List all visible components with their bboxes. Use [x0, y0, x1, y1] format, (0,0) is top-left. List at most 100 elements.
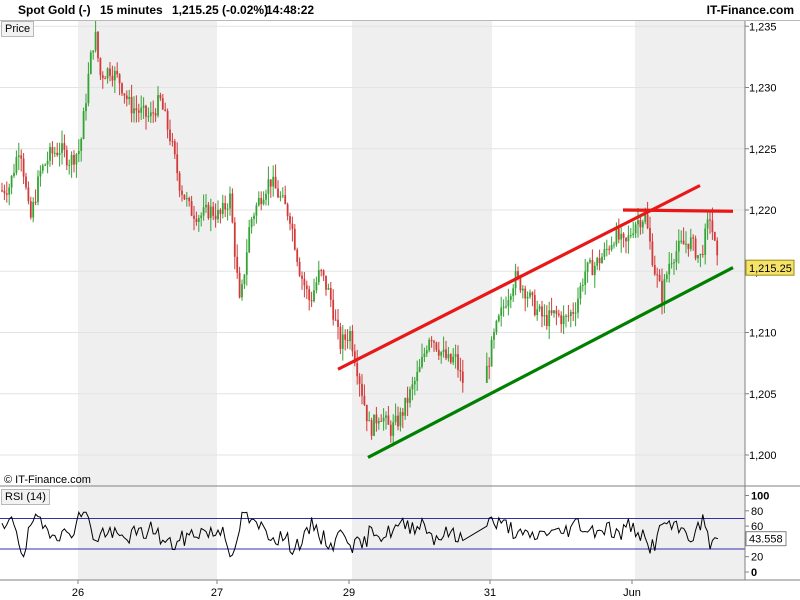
- candle[interactable]: [56, 142, 59, 157]
- interval-label[interactable]: 15 minutes: [100, 3, 163, 17]
- candle[interactable]: [68, 159, 71, 175]
- candle[interactable]: [581, 278, 584, 292]
- candle[interactable]: [589, 257, 591, 264]
- candle[interactable]: [584, 258, 587, 295]
- candle[interactable]: [82, 107, 85, 140]
- candle[interactable]: [296, 247, 299, 267]
- candle[interactable]: [560, 311, 563, 333]
- candle[interactable]: [334, 309, 337, 321]
- candle[interactable]: [233, 217, 236, 270]
- candle[interactable]: [262, 191, 265, 206]
- candle[interactable]: [272, 165, 275, 197]
- candle[interactable]: [601, 252, 603, 264]
- candle[interactable]: [327, 283, 330, 291]
- candle[interactable]: [1, 182, 3, 193]
- candle[interactable]: [562, 305, 565, 335]
- candle[interactable]: [75, 152, 78, 178]
- candle[interactable]: [555, 305, 558, 326]
- candle[interactable]: [29, 196, 32, 220]
- candle[interactable]: [569, 309, 572, 328]
- candle[interactable]: [226, 203, 229, 221]
- candle[interactable]: [337, 308, 339, 340]
- candle[interactable]: [505, 296, 507, 309]
- candle[interactable]: [73, 150, 75, 173]
- candle[interactable]: [493, 328, 495, 349]
- candle[interactable]: [694, 235, 697, 261]
- candle[interactable]: [598, 249, 601, 271]
- candle[interactable]: [524, 285, 527, 312]
- candle[interactable]: [577, 287, 579, 319]
- candle[interactable]: [32, 197, 35, 223]
- candle[interactable]: [325, 275, 327, 296]
- candle[interactable]: [536, 300, 539, 321]
- candle[interactable]: [303, 271, 306, 298]
- candle[interactable]: [521, 285, 524, 299]
- candle[interactable]: [277, 180, 279, 199]
- candle[interactable]: [51, 141, 54, 165]
- candle[interactable]: [500, 296, 503, 327]
- candle[interactable]: [332, 289, 335, 326]
- candle[interactable]: [286, 202, 289, 221]
- candle[interactable]: [44, 163, 47, 167]
- candle[interactable]: [533, 289, 536, 317]
- candle[interactable]: [529, 289, 531, 299]
- candle[interactable]: [41, 163, 44, 174]
- candle[interactable]: [34, 189, 37, 206]
- candle[interactable]: [308, 285, 311, 311]
- candle[interactable]: [289, 212, 291, 231]
- candle[interactable]: [17, 142, 20, 171]
- candle[interactable]: [97, 31, 99, 62]
- candle[interactable]: [281, 187, 284, 199]
- candle[interactable]: [22, 153, 25, 185]
- candle[interactable]: [63, 134, 66, 158]
- candle[interactable]: [509, 293, 512, 309]
- candle[interactable]: [8, 183, 11, 206]
- candle[interactable]: [629, 228, 632, 239]
- candle[interactable]: [219, 208, 222, 224]
- candle[interactable]: [265, 189, 267, 206]
- candle[interactable]: [538, 304, 541, 312]
- candle[interactable]: [713, 231, 716, 242]
- candle[interactable]: [620, 227, 623, 253]
- candle[interactable]: [591, 249, 594, 276]
- candle[interactable]: [557, 309, 560, 318]
- candle[interactable]: [317, 260, 320, 286]
- candle[interactable]: [507, 288, 510, 316]
- candle[interactable]: [305, 280, 308, 300]
- candle[interactable]: [49, 142, 51, 167]
- candle[interactable]: [46, 151, 49, 174]
- candle[interactable]: [241, 279, 243, 301]
- candle[interactable]: [567, 304, 570, 322]
- candle[interactable]: [301, 271, 303, 290]
- candle[interactable]: [253, 212, 255, 227]
- candle[interactable]: [593, 261, 596, 288]
- candle[interactable]: [89, 50, 92, 75]
- candle[interactable]: [329, 282, 332, 308]
- candle[interactable]: [574, 302, 577, 327]
- candle[interactable]: [257, 191, 260, 207]
- candle[interactable]: [284, 185, 287, 205]
- candle[interactable]: [243, 273, 246, 289]
- candle[interactable]: [622, 232, 625, 248]
- candle[interactable]: [231, 188, 234, 224]
- candle[interactable]: [545, 305, 548, 330]
- candle[interactable]: [320, 268, 323, 277]
- candle[interactable]: [339, 322, 342, 355]
- candle[interactable]: [541, 300, 543, 328]
- candle[interactable]: [217, 200, 219, 223]
- candle[interactable]: [183, 194, 186, 201]
- candle[interactable]: [349, 326, 351, 350]
- candle[interactable]: [497, 313, 500, 323]
- candle[interactable]: [608, 245, 611, 255]
- candle[interactable]: [248, 219, 251, 254]
- candle[interactable]: [632, 221, 635, 239]
- candle[interactable]: [5, 181, 8, 203]
- candle[interactable]: [373, 414, 375, 437]
- candle[interactable]: [543, 304, 546, 326]
- candle[interactable]: [625, 237, 627, 254]
- resistance-trendline[interactable]: [622, 208, 734, 213]
- candle[interactable]: [603, 242, 606, 261]
- candle[interactable]: [613, 241, 615, 249]
- candle[interactable]: [224, 195, 227, 218]
- candle[interactable]: [250, 216, 253, 234]
